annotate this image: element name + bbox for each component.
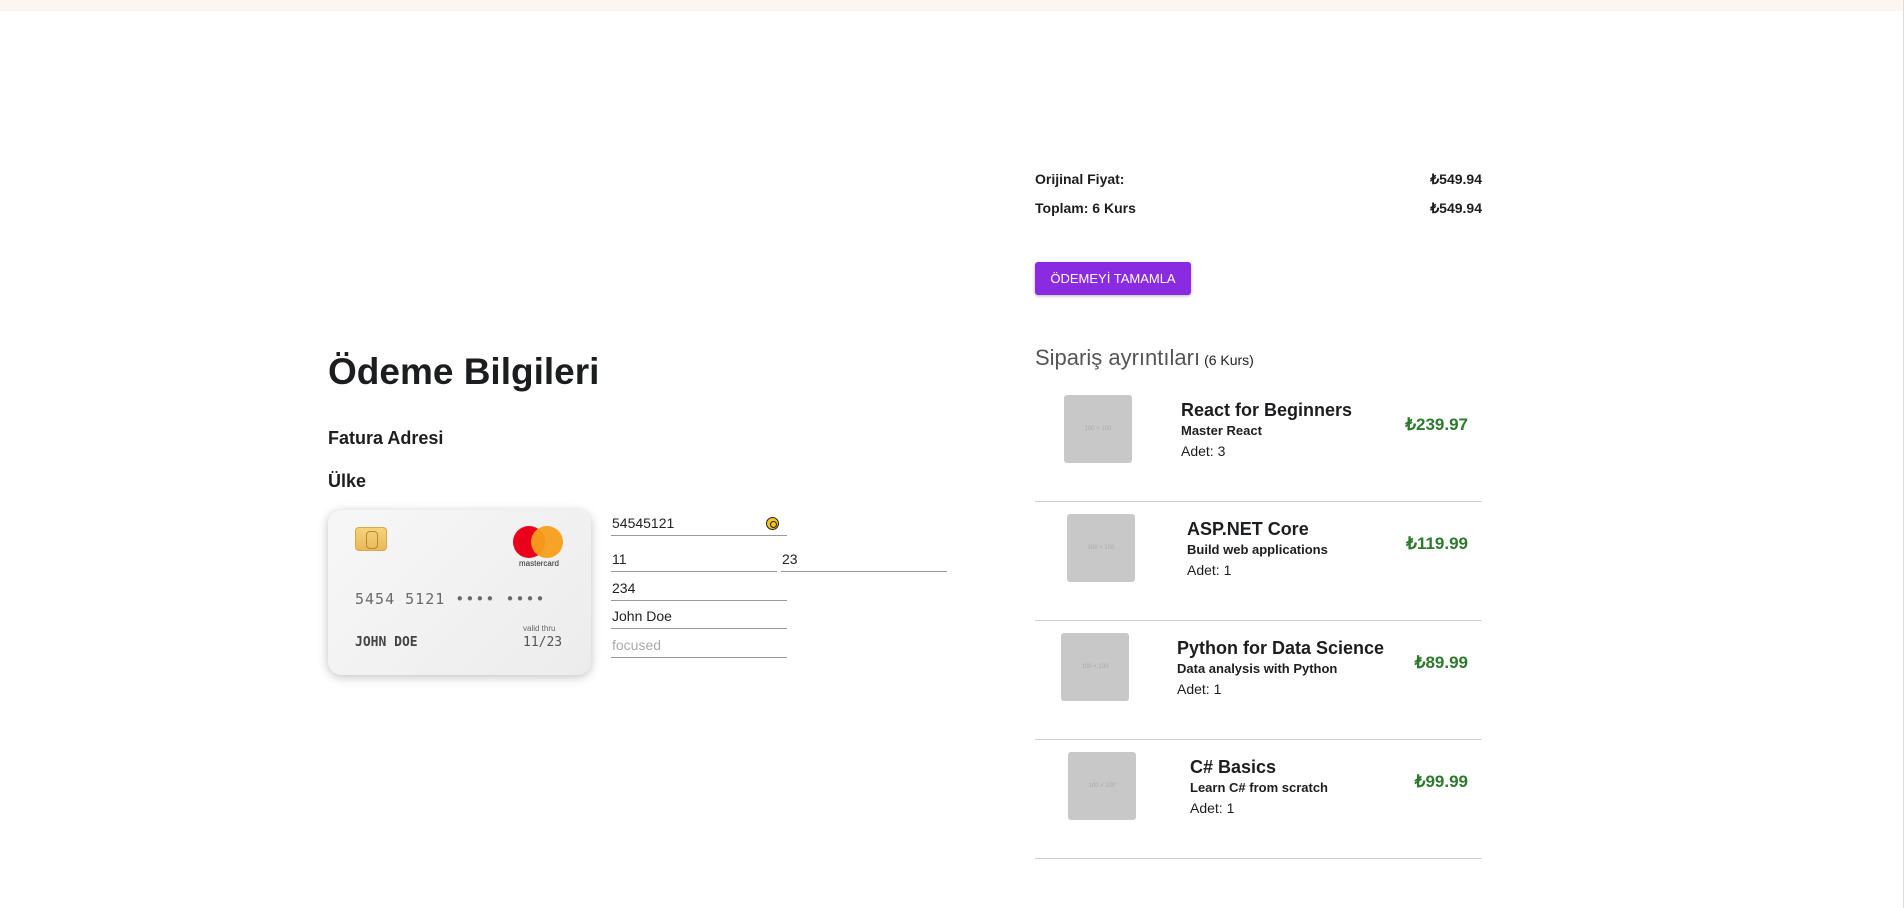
order-item: 100 × 100 ASP.NET Core Build web applica… bbox=[1035, 502, 1482, 621]
expiry-month-input[interactable] bbox=[611, 546, 777, 572]
course-subtitle: Build web applications bbox=[1187, 542, 1328, 557]
top-banner-strip bbox=[0, 0, 1904, 11]
card-chip-icon bbox=[355, 527, 387, 551]
order-item: 100 × 100 Python for Data Science Data a… bbox=[1035, 621, 1482, 740]
order-details-title: Sipariş ayrıntıları bbox=[1035, 345, 1201, 370]
original-price-row: Orijinal Fiyat: ₺549.94 bbox=[1035, 165, 1482, 194]
cvc-input[interactable] bbox=[611, 575, 787, 601]
course-title[interactable]: ASP.NET Core bbox=[1187, 518, 1328, 540]
course-thumbnail[interactable]: 100 × 100 bbox=[1067, 514, 1135, 582]
course-price: ₺119.99 bbox=[1406, 534, 1468, 553]
course-info: Python for Data Science Data analysis wi… bbox=[1177, 637, 1384, 699]
card-number-display: 5454 5121 •••• •••• bbox=[355, 590, 546, 608]
course-info: C# Basics Learn C# from scratch Adet: 1 bbox=[1190, 756, 1328, 818]
credit-card-preview: mastercard 5454 5121 •••• •••• JOHN DOE … bbox=[328, 510, 591, 675]
original-price-value: ₺549.94 bbox=[1430, 171, 1482, 187]
course-thumbnail[interactable]: 100 × 100 bbox=[1061, 633, 1129, 701]
course-price: ₺239.97 bbox=[1405, 415, 1468, 434]
course-price: ₺99.99 bbox=[1414, 772, 1468, 791]
billing-address-heading: Fatura Adresi bbox=[328, 428, 444, 448]
course-thumbnail[interactable]: 100 × 100 bbox=[1064, 395, 1132, 463]
course-thumbnail[interactable]: 100 × 100 bbox=[1068, 752, 1136, 820]
course-subtitle: Master React bbox=[1181, 423, 1262, 438]
card-number-input[interactable] bbox=[611, 510, 787, 536]
valid-thru-label: valid thru bbox=[523, 624, 556, 633]
order-count: (6 Kurs) bbox=[1204, 352, 1254, 368]
total-value: ₺549.94 bbox=[1430, 200, 1482, 216]
order-item: 100 × 100 React for Beginners Master Rea… bbox=[1035, 383, 1482, 502]
total-row: Toplam: 6 Kurs ₺549.94 bbox=[1035, 194, 1482, 223]
payment-section: Ödeme Bilgileri Fatura Adresi Ülke maste… bbox=[328, 345, 968, 675]
order-summary-section: Orijinal Fiyat: ₺549.94 Toplam: 6 Kurs ₺… bbox=[1035, 165, 1482, 859]
course-title[interactable]: React for Beginners bbox=[1181, 399, 1352, 421]
card-holder-input[interactable] bbox=[611, 603, 787, 629]
mastercard-logo-icon: mastercard bbox=[513, 526, 565, 570]
course-subtitle: Data analysis with Python bbox=[1177, 661, 1338, 676]
course-price: ₺89.99 bbox=[1414, 653, 1468, 672]
course-quantity: Adet: 3 bbox=[1181, 443, 1226, 459]
course-info: ASP.NET Core Build web applications Adet… bbox=[1187, 518, 1328, 580]
complete-payment-button[interactable]: ÖDEMEYİ TAMAMLA bbox=[1035, 262, 1191, 295]
course-quantity: Adet: 1 bbox=[1177, 681, 1222, 697]
course-title[interactable]: C# Basics bbox=[1190, 756, 1328, 778]
autofill-icon[interactable] bbox=[766, 517, 779, 530]
course-title[interactable]: Python for Data Science bbox=[1177, 637, 1384, 659]
order-details-heading: Sipariş ayrıntıları (6 Kurs) bbox=[1035, 345, 1254, 371]
order-list: 100 × 100 React for Beginners Master Rea… bbox=[1035, 383, 1482, 859]
order-item: 100 × 100 C# Basics Learn C# from scratc… bbox=[1035, 740, 1482, 859]
course-quantity: Adet: 1 bbox=[1190, 800, 1235, 816]
country-heading: Ülke bbox=[328, 471, 367, 491]
mastercard-orange-circle bbox=[531, 526, 563, 558]
expiry-year-input[interactable] bbox=[781, 546, 947, 572]
total-label: Toplam: 6 Kurs bbox=[1035, 200, 1136, 216]
course-subtitle: Learn C# from scratch bbox=[1190, 780, 1328, 795]
card-form-area: mastercard 5454 5121 •••• •••• JOHN DOE … bbox=[328, 510, 968, 680]
page-title: Ödeme Bilgileri bbox=[328, 351, 600, 392]
original-price-label: Orijinal Fiyat: bbox=[1035, 171, 1125, 187]
card-holder-display: JOHN DOE bbox=[355, 635, 418, 650]
card-expiry-display: 11/23 bbox=[523, 635, 563, 650]
course-quantity: Adet: 1 bbox=[1187, 562, 1232, 578]
course-info: React for Beginners Master React Adet: 3 bbox=[1181, 399, 1352, 461]
focused-input[interactable] bbox=[611, 632, 787, 658]
card-brand-text: mastercard bbox=[518, 559, 559, 568]
